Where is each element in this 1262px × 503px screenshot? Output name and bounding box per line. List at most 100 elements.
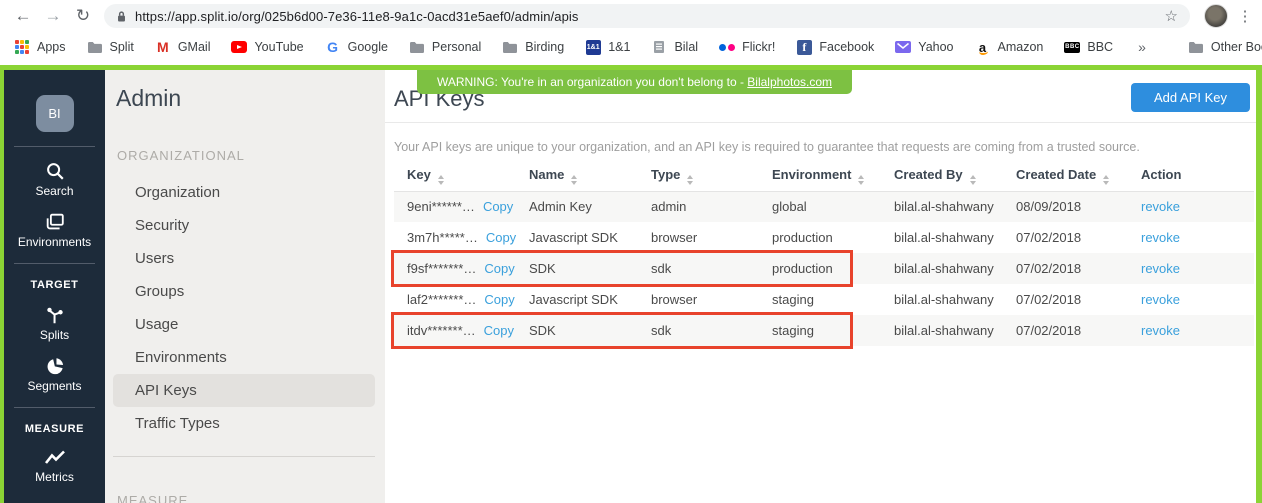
add-api-key-button[interactable]: Add API Key [1131,83,1250,112]
admin-section-measure: MEASURE [117,493,385,503]
sidebar-item-label: Splits [4,328,105,342]
sidebar-item-search[interactable]: Search [4,160,105,198]
sidebar-item-label: Segments [4,379,105,393]
bookmark-youtube[interactable]: YouTube [231,39,303,55]
browser-toolbar: ← → ↻ https://app.split.io/org/025b6d00-… [0,0,1262,32]
cell-created-by: bilal.al-shahwany [881,315,1003,346]
admin-nav-item-organization[interactable]: Organization [105,176,385,209]
sidebar-item-label: Search [4,184,105,198]
sidebar-item-splits[interactable]: Splits [4,304,105,342]
environments-icon [44,211,66,233]
document-icon [651,39,667,55]
bookmark-amazon[interactable]: a Amazon [975,39,1044,55]
revoke-link[interactable]: revoke [1141,292,1180,307]
warning-banner: WARNING: You're in an organization you d… [417,70,852,94]
sort-icon[interactable] [858,175,864,185]
bookmark-facebook[interactable]: f Facebook [796,39,874,55]
bookmark-label: Other Bookmarks [1211,40,1262,54]
revoke-link[interactable]: revoke [1141,323,1180,338]
revoke-link[interactable]: revoke [1141,230,1180,245]
bookmark-label: Facebook [819,40,874,54]
address-bar[interactable]: https://app.split.io/org/025b6d00-7e36-1… [104,4,1190,28]
bookmark-gmail[interactable]: M GMail [155,39,211,55]
bookmark-label: Amazon [998,40,1044,54]
copy-link[interactable]: Copy [486,230,516,245]
table-row: laf2*******…Copy Javascript SDK browser … [394,284,1254,315]
browser-menu-icon[interactable]: ⋮ [1228,7,1262,25]
column-header-key[interactable]: Key [394,167,516,191]
sort-icon[interactable] [970,175,976,185]
browser-profile-avatar[interactable] [1204,4,1228,28]
copy-link[interactable]: Copy [484,292,514,307]
highlight-box-row-3 [391,250,853,287]
admin-nav-list: Organization Security Users Groups Usage… [105,176,385,440]
bookmark-split[interactable]: Split [87,39,134,55]
bookmark-star-icon[interactable]: ☆ [1165,7,1178,25]
column-header-created-by[interactable]: Created By [881,167,1003,191]
bookmark-bilal[interactable]: Bilal [651,39,698,55]
admin-nav-item-usage[interactable]: Usage [105,308,385,341]
url-text: https://app.split.io/org/025b6d00-7e36-1… [135,9,579,24]
refresh-icon[interactable]: ↻ [68,6,98,26]
bookmark-personal[interactable]: Personal [409,39,481,55]
cell-environment: global [759,191,881,222]
column-header-environment[interactable]: Environment [759,167,881,191]
bookmark-google[interactable]: G Google [325,39,388,55]
bookmark-flickr[interactable]: Flickr! [719,39,775,55]
sort-icon[interactable] [438,175,444,185]
admin-nav-item-api-keys[interactable]: API Keys [113,374,375,407]
back-icon[interactable]: ← [8,6,38,26]
avatar[interactable]: BI [36,95,74,132]
cell-type: browser [638,222,759,253]
column-header-name[interactable]: Name [516,167,638,191]
cell-type: browser [638,284,759,315]
splits-icon [44,304,66,326]
bookmark-bbc[interactable]: BBC BBC [1064,39,1113,55]
bbc-icon: BBC [1064,39,1080,55]
sidebar-divider [14,407,95,408]
bookmark-1and1[interactable]: 1&1 1&1 [585,39,630,55]
bookmark-label: Personal [432,40,481,54]
api-key-masked: 9eni******… [407,199,475,214]
column-header-created-date[interactable]: Created Date [1003,167,1128,191]
bookmark-label: Google [348,40,388,54]
folder-icon [409,39,425,55]
cell-name: Javascript SDK [516,284,638,315]
api-key-masked: laf2*******… [407,292,476,307]
gmail-icon: M [155,39,171,55]
folder-icon [1188,39,1204,55]
bookmark-label: 1&1 [608,40,630,54]
cell-name: Admin Key [516,191,638,222]
admin-nav-item-security[interactable]: Security [105,209,385,242]
admin-nav-item-environments[interactable]: Environments [105,341,385,374]
sort-icon[interactable] [571,175,577,185]
forward-icon[interactable]: → [38,6,68,26]
app-sidebar: BI Search Environments TARGET Splits Seg… [4,70,105,503]
column-header-action: Action [1128,167,1254,191]
sidebar-item-metrics[interactable]: Metrics [4,448,105,484]
sort-icon[interactable] [1103,175,1109,185]
revoke-link[interactable]: revoke [1141,261,1180,276]
warning-link[interactable]: Bilalphotos.com [747,75,832,89]
admin-nav-item-users[interactable]: Users [105,242,385,275]
cell-created-date: 07/02/2018 [1003,253,1128,284]
bookmarks-overflow-icon[interactable]: » [1138,39,1146,55]
bookmark-yahoo[interactable]: Yahoo [895,39,953,55]
amazon-icon: a [975,39,991,55]
sidebar-item-environments[interactable]: Environments [4,211,105,249]
admin-nav-item-groups[interactable]: Groups [105,275,385,308]
cell-type: admin [638,191,759,222]
cell-environment: production [759,222,881,253]
bookmark-apps[interactable]: Apps [14,39,66,55]
revoke-link[interactable]: revoke [1141,199,1180,214]
bookmark-birding[interactable]: Birding [502,39,564,55]
admin-section-organizational: ORGANIZATIONAL [117,148,385,163]
cell-created-date: 07/02/2018 [1003,222,1128,253]
sidebar-item-segments[interactable]: Segments [4,355,105,393]
sort-icon[interactable] [687,175,693,185]
column-header-type[interactable]: Type [638,167,759,191]
admin-nav-item-traffic-types[interactable]: Traffic Types [105,407,385,440]
copy-link[interactable]: Copy [483,199,513,214]
bookmark-other-bookmarks[interactable]: Other Bookmarks [1188,39,1262,55]
facebook-icon: f [796,39,812,55]
